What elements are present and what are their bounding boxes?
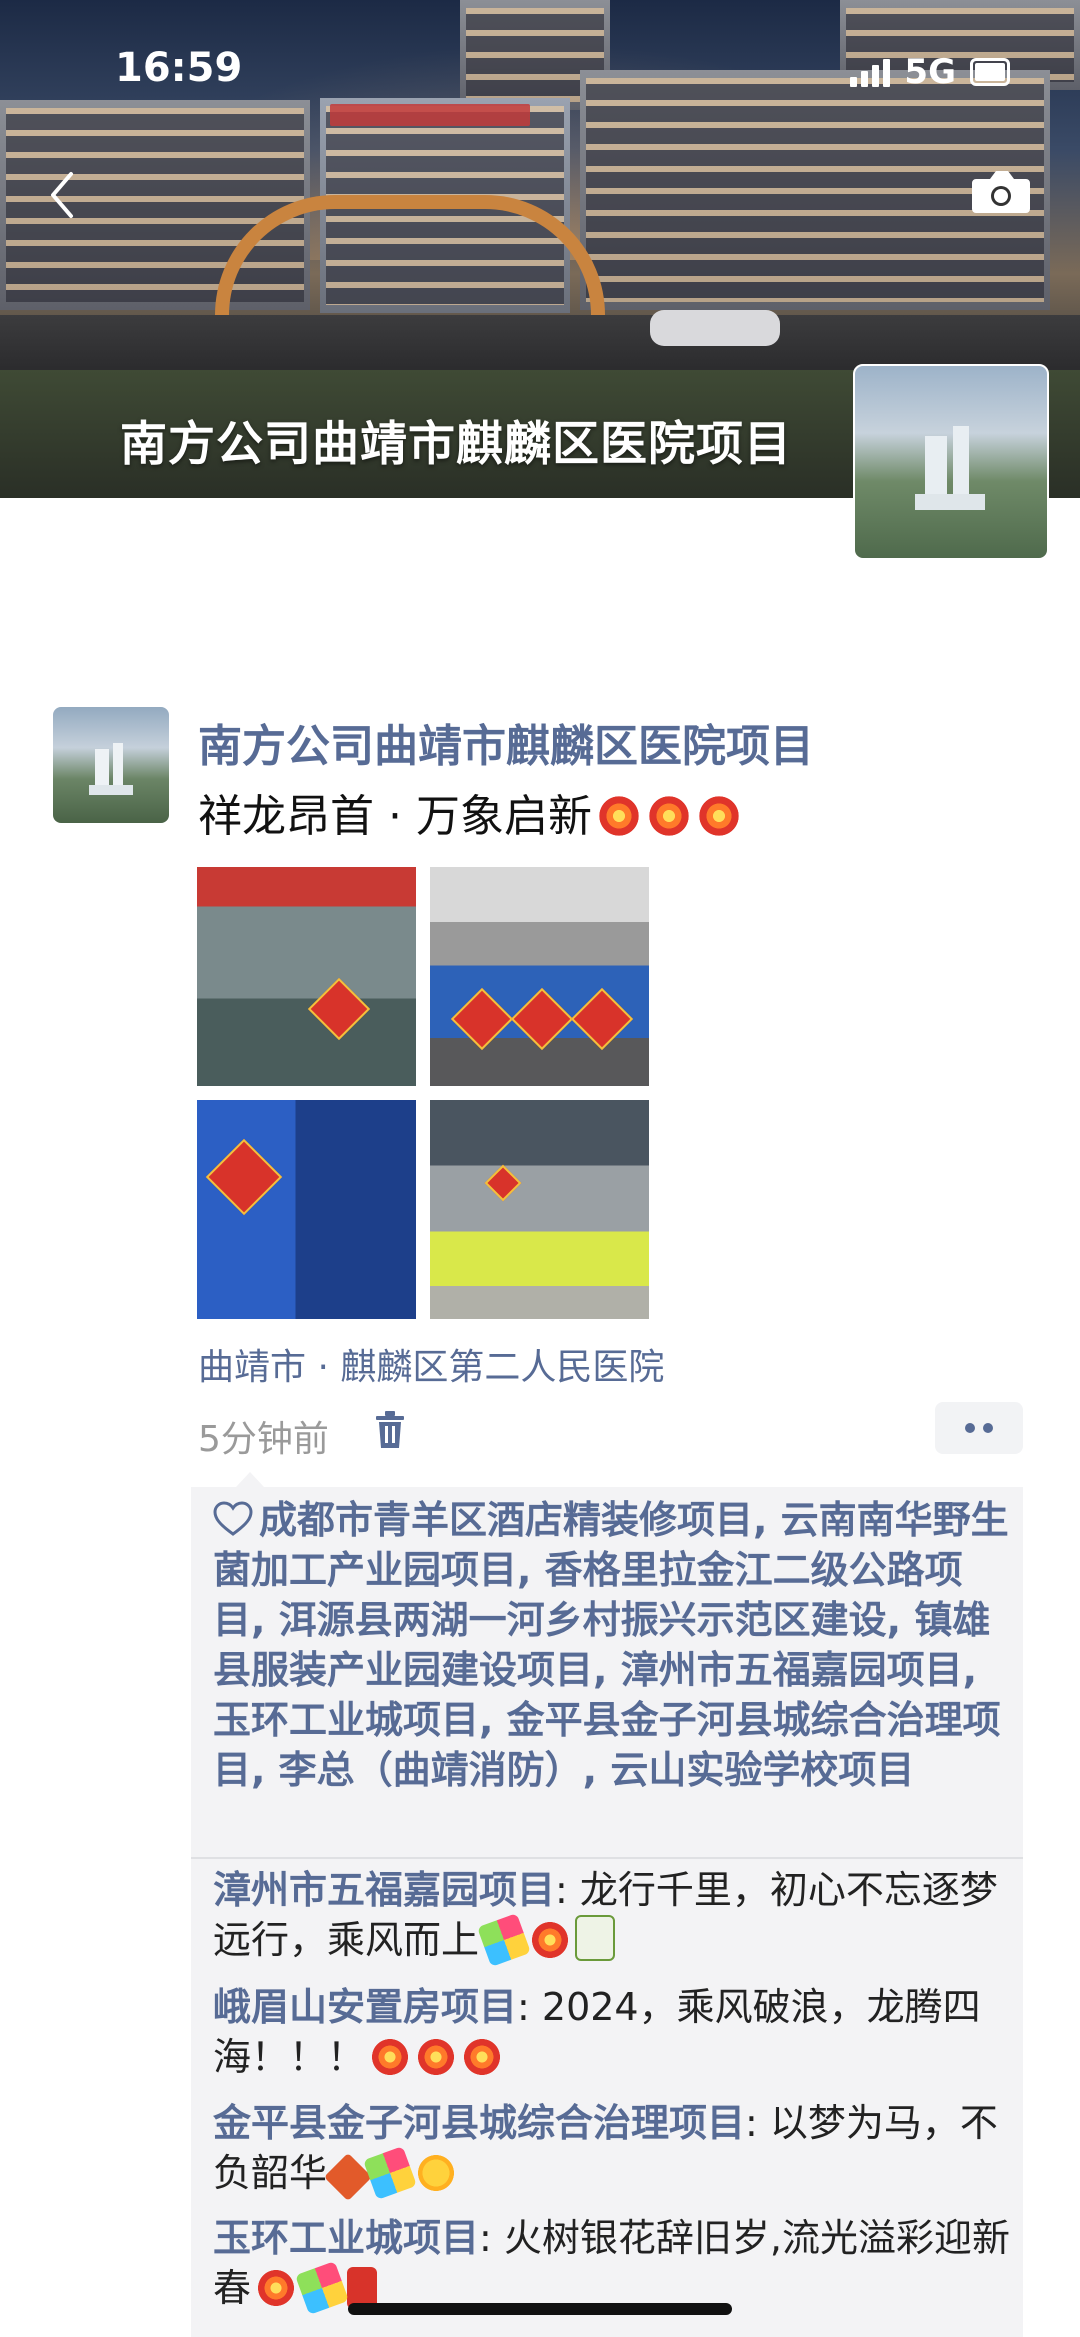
heart-icon [213, 1501, 253, 1536]
comment-item[interactable]: 峨眉山安置房项目: 2024，乘风破浪，龙腾四海！！！ [213, 1982, 1013, 2082]
mahjong-icon [575, 1915, 616, 1961]
post-time: 5分钟前 [198, 1419, 329, 1460]
post-location[interactable]: 曲靖市 · 麒麟区第二人民医院 [198, 1338, 664, 1390]
comment-item[interactable]: 漳州市五福嘉园项目: 龙行千里，初心不忘逐梦远行，乘风而上 [213, 1865, 1013, 1967]
likes-list: 成都市青羊区酒店精装修项目, 云南南华野生菌加工产业园项目, 香格里拉金江二级公… [213, 1495, 1013, 1795]
trash-icon [376, 1411, 404, 1448]
firework-icon [461, 2036, 504, 2078]
post-author-avatar[interactable] [53, 707, 169, 823]
signal-icon [850, 57, 891, 87]
dot-icon [965, 1423, 975, 1433]
firework-icon [529, 1919, 572, 1961]
party-popper-icon [477, 1913, 531, 1967]
dot-icon [983, 1423, 993, 1433]
party-popper-icon [295, 2261, 349, 2315]
post-photo[interactable] [197, 867, 416, 1086]
firework-icon [255, 2267, 298, 2309]
sun-icon [415, 2152, 458, 2194]
comment-author[interactable]: 金平县金子河县城综合治理项目 [213, 2101, 745, 2145]
likes-names[interactable]: 成都市青羊区酒店精装修项目, 云南南华野生菌加工产业园项目, 香格里拉金江二级公… [213, 1498, 1009, 1792]
entrance-canopy [215, 195, 605, 315]
divider [191, 1857, 1023, 1859]
more-actions-button[interactable] [935, 1402, 1023, 1454]
delete-button[interactable] [370, 1408, 410, 1452]
cover-title: 南方公司曲靖市麒麟区医院项目 [120, 417, 792, 472]
post-text: 祥龙昂首 · 万象启新 [198, 780, 742, 844]
network-type: 5G [904, 52, 956, 92]
interaction-box-arrow [236, 1472, 264, 1487]
post-text-content: 祥龙昂首 · 万象启新 [198, 791, 592, 842]
firework-icon [645, 793, 692, 839]
firework-icon [369, 2036, 412, 2078]
comment-author[interactable]: 峨眉山安置房项目 [213, 1985, 517, 2029]
camera-button[interactable] [970, 165, 1032, 217]
firework-icon [415, 2036, 458, 2078]
home-indicator[interactable] [348, 2303, 732, 2315]
comment-item[interactable]: 金平县金子河县城综合治理项目: 以梦为马，不负韶华 [213, 2098, 1013, 2202]
battery-icon [970, 58, 1010, 86]
post-photo[interactable] [430, 867, 649, 1086]
chevron-left-icon [51, 172, 73, 218]
profile-avatar[interactable] [853, 364, 1049, 560]
camera-icon [972, 171, 1030, 213]
photo-grid [197, 867, 649, 1319]
post-photo[interactable] [197, 1100, 416, 1319]
status-time: 16:59 [115, 45, 243, 91]
firework-icon [695, 793, 742, 839]
hospital-sign [330, 104, 530, 126]
post-photo[interactable] [430, 1100, 649, 1319]
status-indicators: 5G [850, 52, 1010, 92]
party-popper-icon [363, 2146, 417, 2200]
comment-item[interactable]: 玉环工业城项目: 火树银花辞旧岁,流光溢彩迎新春 [213, 2213, 1013, 2315]
post-author-name[interactable]: 南方公司曲靖市麒麟区医院项目 [198, 710, 814, 774]
comment-author[interactable]: 玉环工业城项目 [213, 2216, 479, 2260]
comment-author[interactable]: 漳州市五福嘉园项目 [213, 1868, 555, 1912]
firework-icon [595, 793, 642, 839]
back-button[interactable] [40, 165, 84, 225]
car [650, 310, 780, 346]
